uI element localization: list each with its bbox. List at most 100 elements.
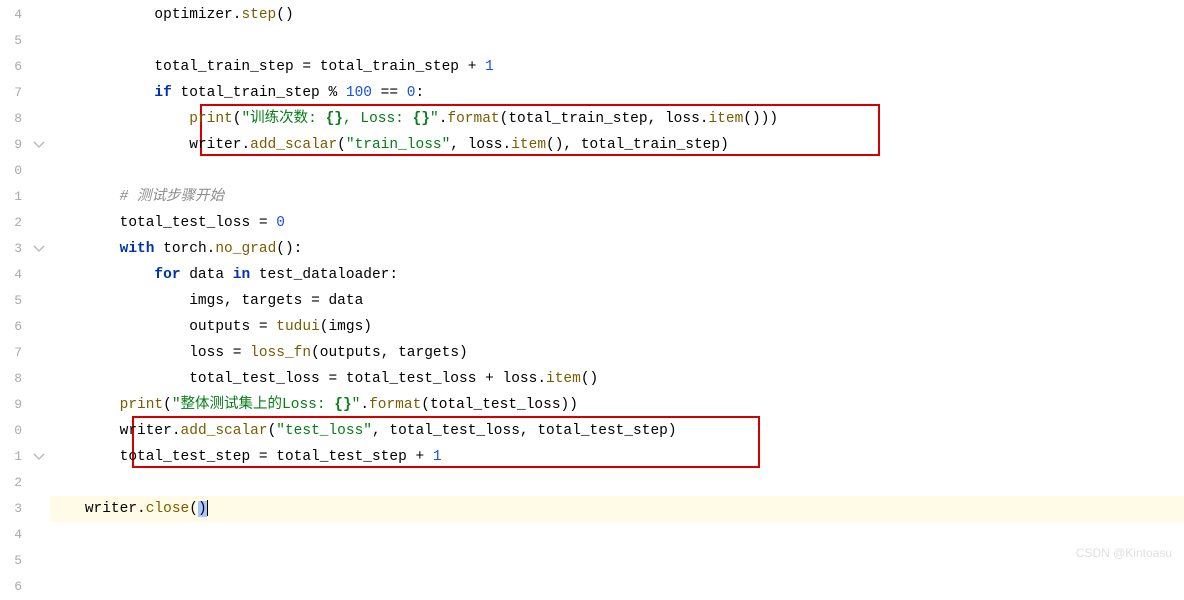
- token-id: targets: [241, 293, 302, 309]
- line-number: 0: [0, 418, 28, 444]
- token-str: , Loss:: [343, 111, 413, 127]
- token-op: [154, 241, 163, 257]
- code-line[interactable]: if total_train_step % 100 == 0:: [50, 80, 1184, 106]
- token-op: +: [407, 449, 433, 465]
- line-number: 8: [0, 106, 28, 132]
- fold-cell: [28, 210, 50, 236]
- token-id: total_train_step: [181, 85, 320, 101]
- code-line[interactable]: total_test_loss = 0: [50, 210, 1184, 236]
- token-op: =: [250, 215, 276, 231]
- token-op: [172, 85, 181, 101]
- code-line[interactable]: with torch.no_grad():: [50, 236, 1184, 262]
- fold-collapse-icon[interactable]: [33, 243, 45, 255]
- token-id: targets: [398, 345, 459, 361]
- token-op: ): [198, 501, 207, 517]
- token-id: total_test_step: [276, 449, 407, 465]
- token-op: .: [137, 501, 146, 517]
- line-number: 1: [0, 444, 28, 470]
- line-number: 0: [0, 158, 28, 184]
- token-id: loss: [503, 371, 538, 387]
- fold-cell: [28, 2, 50, 28]
- line-number: 4: [0, 2, 28, 28]
- token-op: =: [320, 371, 346, 387]
- token-id: data: [189, 267, 224, 283]
- token-op: =: [302, 293, 328, 309]
- code-line[interactable]: outputs = tudui(imgs): [50, 314, 1184, 340]
- code-line[interactable]: # 测试步骤开始: [50, 184, 1184, 210]
- token-kw: with: [120, 241, 155, 257]
- token-fn: add_scalar: [181, 423, 268, 439]
- token-str: "test_loss": [276, 423, 372, 439]
- code-line[interactable]: [50, 574, 1184, 600]
- code-line[interactable]: print("训练次数: {}, Loss: {}".format(total_…: [50, 106, 1184, 132]
- token-fn: item: [708, 111, 743, 127]
- line-number: 9: [0, 392, 28, 418]
- token-op: [224, 267, 233, 283]
- token-fn: format: [447, 111, 499, 127]
- fold-collapse-icon[interactable]: [33, 139, 45, 151]
- code-line[interactable]: total_train_step = total_train_step + 1: [50, 54, 1184, 80]
- fold-cell: [28, 418, 50, 444]
- text-caret: [207, 500, 208, 516]
- line-number: 2: [0, 210, 28, 236]
- token-id: writer: [189, 137, 241, 153]
- token-fn: loss_fn: [250, 345, 311, 361]
- line-number: 5: [0, 28, 28, 54]
- token-str-arg: {}: [326, 111, 343, 127]
- token-op: (: [189, 501, 198, 517]
- token-fn: format: [369, 397, 421, 413]
- token-id: torch: [163, 241, 207, 257]
- token-num: 1: [485, 59, 494, 75]
- token-kw: if: [154, 85, 171, 101]
- token-op: ,: [520, 423, 537, 439]
- token-op: (: [337, 137, 346, 153]
- code-line[interactable]: [50, 28, 1184, 54]
- token-id: imgs: [189, 293, 224, 309]
- token-str: "训练次数:: [241, 111, 325, 127]
- token-id: total_train_step: [581, 137, 720, 153]
- token-op: %: [320, 85, 346, 101]
- token-op: =: [250, 449, 276, 465]
- code-area[interactable]: optimizer.step() total_train_step = tota…: [50, 0, 1184, 570]
- watermark-text: CSDN @Kintoasu: [1076, 546, 1172, 560]
- fold-collapse-icon[interactable]: [33, 451, 45, 463]
- code-line[interactable]: total_test_step = total_test_step + 1: [50, 444, 1184, 470]
- fold-cell: [28, 574, 50, 600]
- token-cmt: # 测试步骤开始: [120, 189, 224, 205]
- token-op: ,: [381, 345, 398, 361]
- token-num: 1: [433, 449, 442, 465]
- code-line[interactable]: writer.add_scalar("train_loss", loss.ite…: [50, 132, 1184, 158]
- fold-cell: [28, 496, 50, 522]
- token-op: (: [268, 423, 277, 439]
- code-line[interactable]: [50, 548, 1184, 574]
- code-line[interactable]: writer.close(): [50, 496, 1184, 522]
- code-line[interactable]: writer.add_scalar("test_loss", total_tes…: [50, 418, 1184, 444]
- token-id: writer: [85, 501, 137, 517]
- code-line[interactable]: imgs, targets = data: [50, 288, 1184, 314]
- code-line[interactable]: for data in test_dataloader:: [50, 262, 1184, 288]
- token-fn: item: [546, 371, 581, 387]
- fold-cell: [28, 314, 50, 340]
- token-op: ): [720, 137, 729, 153]
- code-editor[interactable]: 45678901234567890123456 optimizer.step()…: [0, 0, 1184, 570]
- token-fn: step: [241, 7, 276, 23]
- token-op: ,: [372, 423, 389, 439]
- code-line[interactable]: print("整体测试集上的Loss: {}".format(total_tes…: [50, 392, 1184, 418]
- code-line[interactable]: loss = loss_fn(outputs, targets): [50, 340, 1184, 366]
- code-line[interactable]: total_test_loss = total_test_loss + loss…: [50, 366, 1184, 392]
- fold-cell: [28, 522, 50, 548]
- token-op: =: [294, 59, 320, 75]
- token-op: ): [668, 423, 677, 439]
- fold-cell: [28, 444, 50, 470]
- fold-cell: [28, 236, 50, 262]
- code-line[interactable]: [50, 522, 1184, 548]
- code-line[interactable]: [50, 470, 1184, 496]
- token-id: outputs: [189, 319, 250, 335]
- token-fn: no_grad: [215, 241, 276, 257]
- token-fn: tudui: [276, 319, 320, 335]
- fold-cell: [28, 80, 50, 106]
- code-line[interactable]: optimizer.step(): [50, 2, 1184, 28]
- token-op: (: [421, 397, 430, 413]
- token-op: (): [276, 7, 293, 23]
- code-line[interactable]: [50, 158, 1184, 184]
